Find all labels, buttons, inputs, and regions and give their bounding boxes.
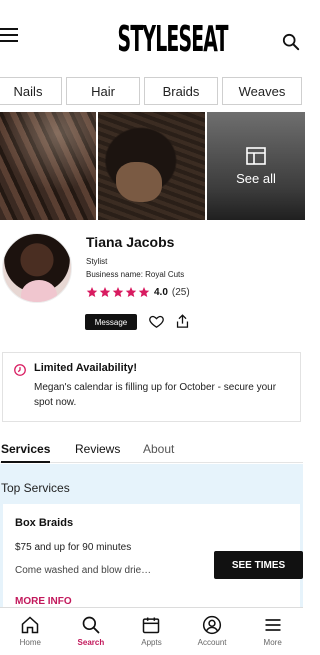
nav-search-label: Search — [77, 638, 105, 647]
nav-home[interactable]: Home — [0, 608, 61, 655]
business-name: Business name: Royal Cuts — [86, 270, 185, 279]
portfolio-photo-updo[interactable] — [98, 112, 205, 220]
search-icon — [82, 616, 100, 634]
services-section: Top Services Box Braids $75 and up for 9… — [0, 464, 303, 614]
star-icon — [138, 287, 150, 297]
stylist-name: Tiana Jacobs — [86, 234, 175, 250]
nav-account-label: Account — [197, 638, 227, 647]
rating-count: (25) — [171, 286, 190, 298]
service-name: Box Braids — [15, 517, 74, 529]
availability-text: Megan's calendar is filling up for Octob… — [34, 382, 277, 408]
bottom-navigation: Home Search Appts Account More — [0, 607, 303, 655]
stylist-role: Stylist — [86, 257, 108, 266]
service-description: Come washed and blow drie… — [15, 565, 152, 576]
menu-icon — [265, 619, 281, 631]
rating-value: 4.0 — [154, 286, 168, 298]
portfolio-photo-braids[interactable] — [0, 112, 96, 220]
availability-title: Limited Availability! — [34, 362, 138, 374]
nav-appts-label: Appts — [141, 638, 162, 647]
nav-appts[interactable]: Appts — [121, 608, 182, 655]
service-price: $75 and up for 90 minutes — [15, 542, 132, 553]
message-button[interactable]: Message — [85, 314, 137, 330]
nav-home-label: Home — [19, 638, 41, 647]
service-card: Box Braids $75 and up for 90 minutes Com… — [3, 504, 303, 614]
search-icon[interactable] — [282, 33, 300, 51]
limited-availability-banner: Limited Availability! Megan's calendar i… — [2, 352, 301, 422]
profile-tabs: Services Reviews About — [0, 442, 303, 463]
heart-icon[interactable] — [148, 313, 165, 330]
share-icon[interactable] — [174, 313, 191, 330]
home-icon — [22, 616, 39, 634]
gallery-icon — [246, 146, 266, 165]
category-hair[interactable]: Hair — [66, 77, 140, 105]
portfolio-photo-see-all[interactable]: See all — [207, 112, 305, 220]
see-all-label: See all — [236, 170, 276, 186]
star-icon — [125, 287, 137, 297]
clock-icon — [14, 364, 26, 376]
star-icon — [112, 287, 124, 297]
category-filter-bar: Nails Hair Braids Weaves — [0, 77, 303, 105]
portfolio-photos: See all — [0, 112, 305, 220]
rating[interactable]: 4.0 (25) — [86, 285, 190, 299]
category-weaves[interactable]: Weaves — [222, 77, 302, 105]
see-all-button[interactable]: See all — [207, 112, 305, 220]
tab-reviews[interactable]: Reviews — [75, 442, 120, 463]
app-header: STYLESEAT — [0, 0, 303, 76]
top-services-heading: Top Services — [1, 481, 70, 495]
nav-more-label: More — [263, 638, 282, 647]
stylist-avatar[interactable] — [2, 233, 72, 303]
category-braids[interactable]: Braids — [144, 77, 218, 105]
nav-more[interactable]: More — [242, 608, 303, 655]
tab-about[interactable]: About — [143, 442, 174, 463]
account-icon — [202, 615, 222, 635]
styleseat-logo[interactable]: STYLESEAT — [118, 6, 229, 74]
star-icon — [99, 287, 111, 297]
category-nails[interactable]: Nails — [0, 77, 62, 105]
calendar-icon — [143, 617, 160, 634]
hamburger-menu-icon[interactable] — [0, 28, 20, 44]
more-info-link[interactable]: MORE INFO — [15, 596, 72, 607]
nav-search[interactable]: Search — [61, 608, 122, 655]
tab-services[interactable]: Services — [1, 442, 51, 463]
star-icon — [86, 287, 98, 297]
see-times-button[interactable]: SEE TIMES — [214, 551, 303, 579]
nav-account[interactable]: Account — [182, 608, 243, 655]
